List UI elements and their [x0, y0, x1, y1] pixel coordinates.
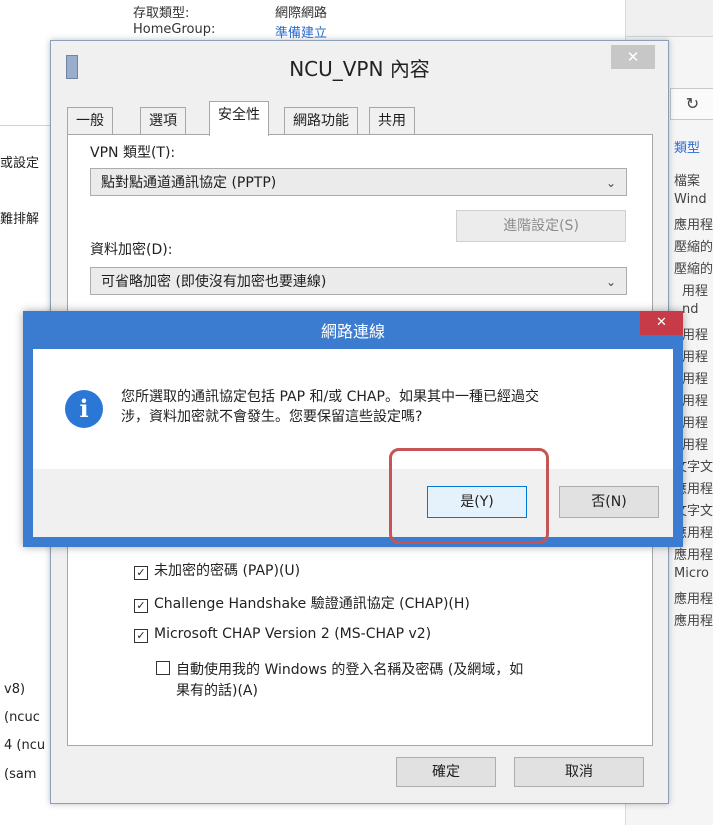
column-header-type[interactable]: 類型 [674, 137, 700, 156]
right-search-bar[interactable] [626, 0, 713, 37]
ok-button[interactable]: 確定 [396, 757, 496, 787]
checkbox-label: 自動使用我的 Windows 的登入名稱及密碼 (及網域，如 [176, 662, 524, 678]
vpn-type-select[interactable]: 點對點通道通訊協定 (PPTP) ⌄ [90, 168, 627, 196]
checkbox-chap[interactable]: ✓ Challenge Handshake 驗證通訊協定 (CHAP)(H) [134, 593, 470, 613]
list-item: 壓縮的 [674, 240, 713, 255]
list-item: 檔案 [674, 174, 701, 189]
encryption-select[interactable]: 可省略加密 (即使沒有加密也要連線) ⌄ [90, 267, 627, 295]
chevron-down-icon: ⌄ [605, 275, 616, 289]
list-item: 應用程 [674, 218, 713, 233]
checkbox-label: Microsoft CHAP Version 2 (MS-CHAP v2) [154, 626, 432, 642]
checkbox-label: Challenge Handshake 驗證通訊協定 (CHAP)(H) [154, 596, 470, 612]
list-item: 用程 [682, 438, 709, 453]
chevron-down-icon: ⌄ [605, 176, 616, 190]
dialog-title: NCU_VPN 內容 [289, 57, 430, 81]
cancel-button[interactable]: 取消 [514, 757, 644, 787]
checkbox-unchecked-icon[interactable] [156, 661, 170, 675]
list-item: 壓縮的 [674, 262, 713, 277]
list-item: nd [682, 302, 699, 317]
messagebox-text: 您所選取的通訊協定包括 PAP 和/或 CHAP。如果其中一種已經過交 涉，資料… [121, 387, 641, 427]
checkbox-pap[interactable]: ✓ 未加密的密碼 (PAP)(U) [134, 560, 300, 580]
access-type-value: 網際網路 [275, 6, 328, 21]
list-item: 用程 [682, 372, 709, 387]
list-item: 用程 [682, 350, 709, 365]
close-button[interactable]: ✕ [611, 45, 655, 69]
highlight-annotation [389, 448, 549, 544]
list-item: 應用程 [674, 548, 713, 563]
encryption-label: 資料加密(D): [90, 242, 173, 258]
encryption-value: 可省略加密 (即使沒有加密也要連線) [101, 274, 327, 290]
left-link-settings[interactable]: 或設定 [0, 152, 39, 171]
no-button[interactable]: 否(N) [559, 486, 659, 518]
list-item: Micro [674, 566, 709, 581]
messagebox-footer: 是(Y) 否(N) [33, 469, 673, 537]
tab-general[interactable]: 一般 [67, 107, 113, 134]
vpn-type-value: 點對點通道通訊協定 (PPTP) [101, 175, 277, 191]
left-link-troubleshoot[interactable]: 難排解 [0, 208, 39, 227]
network-connection-messagebox: 網路連線 ✕ i 您所選取的通訊協定包括 PAP 和/或 CHAP。如果其中一種… [23, 311, 683, 547]
list-item: 用程 [682, 328, 709, 343]
messagebox-title: 網路連線 [320, 322, 385, 341]
list-item: 用程 [682, 394, 709, 409]
advanced-settings-button[interactable]: 進階設定(S) [456, 210, 626, 242]
checkbox-auto-login[interactable]: 自動使用我的 Windows 的登入名稱及密碼 (及網域，如 [156, 659, 523, 679]
close-button[interactable]: ✕ [640, 311, 683, 335]
vpn-type-label: VPN 類型(T): [90, 145, 176, 161]
divider [0, 125, 50, 126]
list-item: 用程 [682, 416, 709, 431]
list-item: 應用程 [674, 592, 713, 607]
tab-options[interactable]: 選項 [140, 107, 186, 134]
info-icon: i [65, 390, 103, 428]
tab-sharing[interactable]: 共用 [369, 107, 415, 134]
messagebox-body: i 您所選取的通訊協定包括 PAP 和/或 CHAP。如果其中一種已經過交 涉，… [33, 349, 673, 469]
left-item: v8) [4, 682, 26, 697]
access-type-label: 存取類型: [133, 6, 190, 21]
checkbox-auto-login-cont: 果有的話)(A) [176, 683, 258, 699]
homegroup-label: HomeGroup: [133, 22, 216, 37]
list-item: 用程 [682, 284, 709, 299]
tab-networking[interactable]: 網路功能 [284, 107, 358, 134]
homegroup-link[interactable]: 準備建立 [275, 22, 327, 41]
checkbox-mschap-v2[interactable]: ✓ Microsoft CHAP Version 2 (MS-CHAP v2) [134, 626, 431, 643]
list-item: 應用程 [674, 614, 713, 629]
message-line: 您所選取的通訊協定包括 PAP 和/或 CHAP。如果其中一種已經過交 [121, 389, 539, 405]
message-line: 涉，資料加密就不會發生。您要保留這些設定嗎? [121, 409, 423, 425]
list-item: Wind [674, 192, 707, 207]
checkbox-checked-icon[interactable]: ✓ [134, 566, 148, 580]
checkbox-label: 未加密的密碼 (PAP)(U) [154, 563, 301, 579]
checkbox-checked-icon[interactable]: ✓ [134, 599, 148, 613]
refresh-icon[interactable]: ↻ [670, 88, 713, 120]
left-item: 4 (ncu [4, 738, 46, 753]
checkbox-checked-icon[interactable]: ✓ [134, 629, 148, 643]
tab-security[interactable]: 安全性 [209, 101, 269, 136]
left-item: (sam [4, 767, 37, 782]
left-item: (ncuc [4, 710, 40, 725]
